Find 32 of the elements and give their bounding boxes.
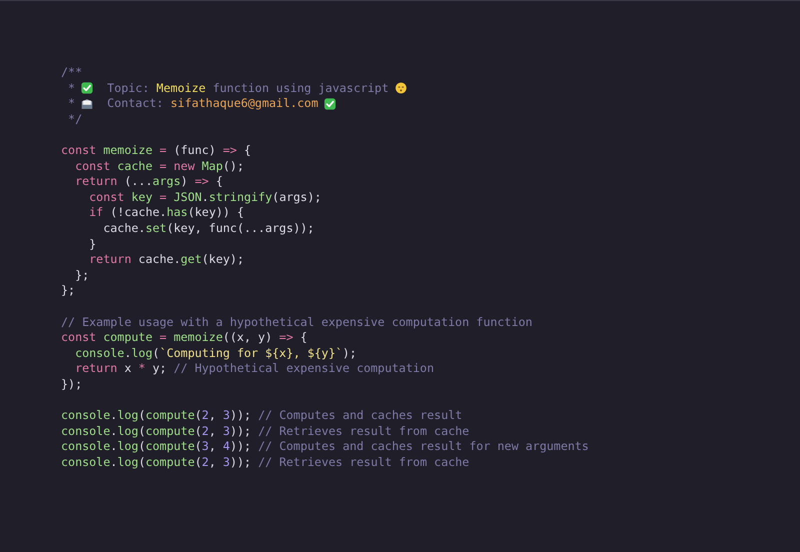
code-line: const compute = memoize((x, y) => { [61, 330, 308, 346]
code-line: console.log(compute(2, 3)); // Computes and caches result [61, 408, 462, 424]
code-line: }; [61, 283, 76, 299]
code-line: } [88, 236, 96, 252]
code-line: /** [61, 65, 82, 81]
code-line: const key = JSON.stringify(args); [88, 190, 322, 206]
code-line: if (!cache.has(key)) { [88, 205, 244, 221]
code-line: console.log(compute(2, 3)); // Retrieves result from cache [61, 454, 470, 470]
code-line: return x * y; // Hypothetical expensive computation [74, 361, 434, 377]
code-line: console.log(`Computing for ${x}, ${y}`); [74, 346, 357, 362]
code-line: return (...args) => { [74, 174, 223, 190]
check-mark-icon [81, 82, 94, 94]
code-line: cache.set(key, func(...args)); [102, 220, 314, 237]
highlighted-text: Memoize [155, 80, 206, 96]
comment-text: Topic: [106, 80, 150, 96]
comment-text: Contact: [106, 96, 164, 112]
code-line: */ [67, 112, 82, 128]
code-line: console.log(compute(3, 4)); // Computes and caches result for new arguments [61, 439, 589, 455]
code-line: }); [61, 376, 82, 392]
code-line: const memoize = (func) => { [61, 142, 252, 159]
code-line: console.log(compute(2, 3)); // Retrieves result from cache [61, 424, 470, 440]
code-line: return cache.get(key); [88, 252, 244, 268]
code-line: }; [74, 268, 90, 284]
comment-text: * [67, 80, 76, 96]
comment-text: * [67, 96, 76, 112]
envelope-icon [81, 98, 94, 110]
email-text: sifathaque6@gmail.com [169, 96, 318, 112]
code-line: // Example usage with a hypothetical expensive computation function [61, 314, 532, 330]
code-line: const cache = new Map(); [74, 158, 244, 174]
check-mark-icon [324, 98, 336, 110]
comment-text: function using javascript [212, 80, 389, 96]
face-icon [394, 82, 407, 94]
